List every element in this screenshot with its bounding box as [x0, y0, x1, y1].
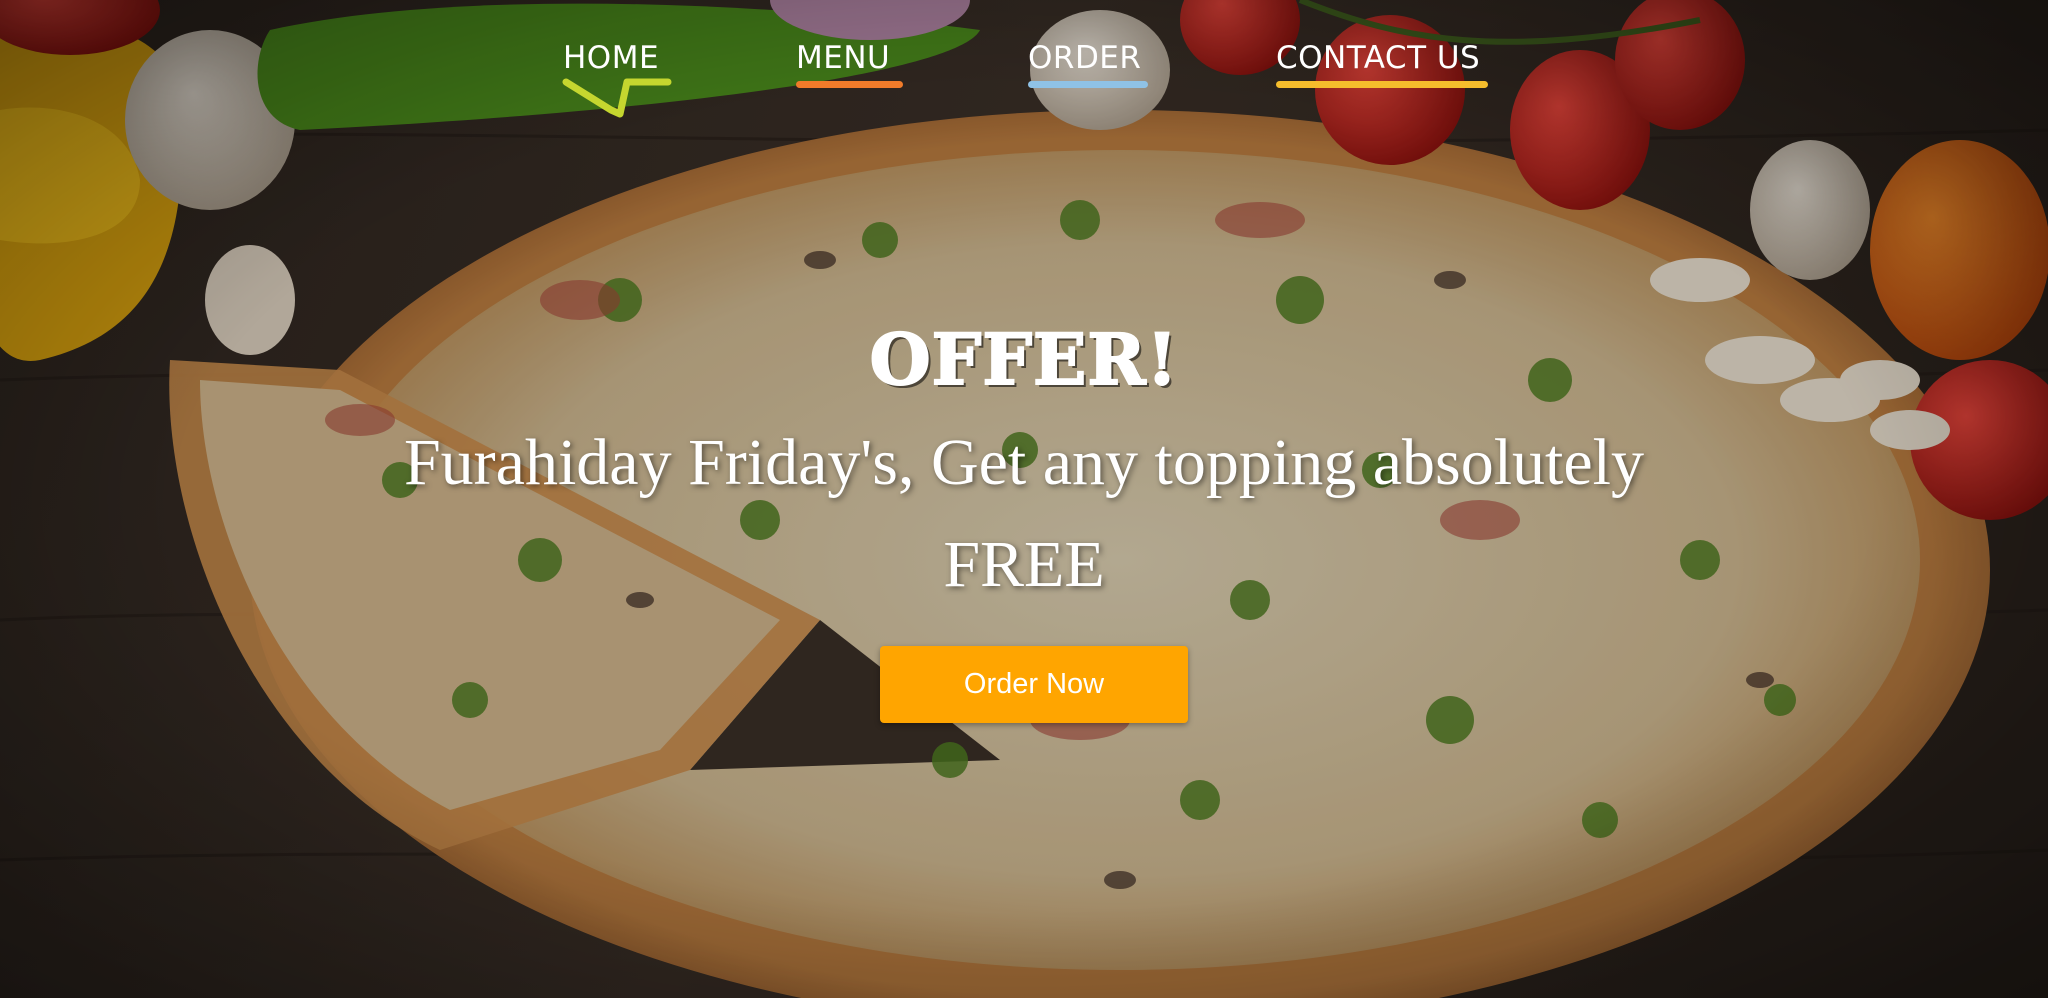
order-now-button[interactable]: Order Now: [880, 646, 1188, 723]
active-indicator-icon: [562, 78, 672, 118]
nav-item-order[interactable]: ORDER: [1028, 38, 1148, 88]
offer-title: OFFER!: [869, 317, 1179, 402]
nav-item-label: CONTACT US: [1276, 40, 1481, 76]
nav-item-home[interactable]: HOME: [562, 38, 672, 118]
nav-item-label: ORDER: [1028, 40, 1142, 76]
nav-item-menu[interactable]: MENU: [796, 38, 903, 88]
nav-underline: [1028, 81, 1148, 88]
nav-underline: [1276, 81, 1488, 88]
nav-item-label: HOME: [563, 40, 660, 76]
nav-item-contact-us[interactable]: CONTACT US: [1276, 38, 1488, 88]
offer-subtitle: Furahiday Friday's, Get any topping abso…: [403, 426, 1645, 601]
nav-underline: [796, 81, 903, 88]
nav-item-label: MENU: [796, 40, 891, 76]
